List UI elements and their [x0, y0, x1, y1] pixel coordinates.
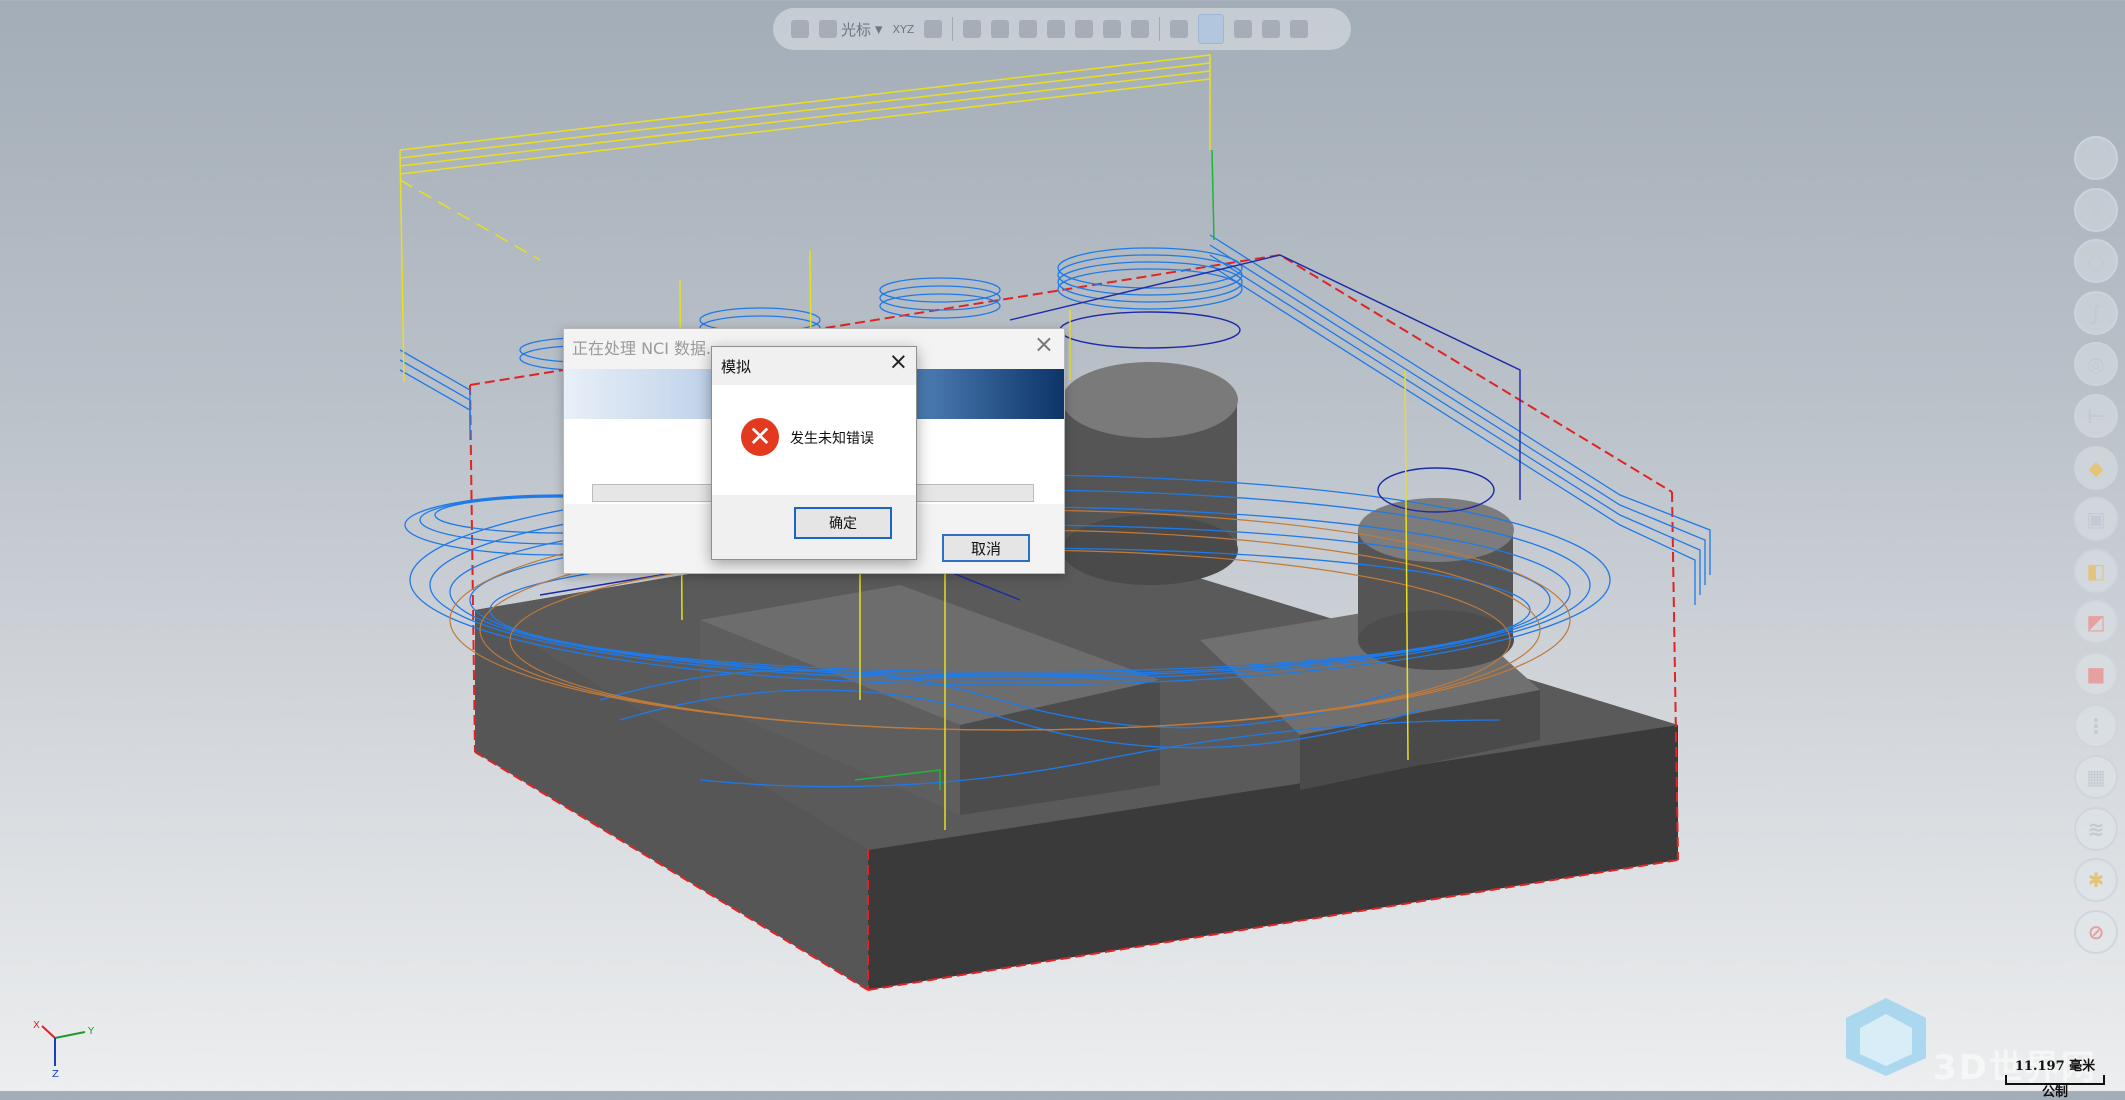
settings-icon[interactable]: ✱: [2074, 858, 2118, 903]
close-icon[interactable]: ×: [889, 349, 908, 375]
select-loop-icon[interactable]: [1131, 20, 1150, 38]
snap-icon[interactable]: [924, 20, 943, 38]
cursor-select-button[interactable]: 光标 ▾: [819, 19, 883, 40]
chevron-down-icon: ▾: [875, 20, 883, 38]
grid-select-icon[interactable]: [1170, 20, 1189, 38]
cancel-icon[interactable]: ⊘: [2074, 909, 2118, 954]
stack-icon[interactable]: ⋮: [2074, 703, 2118, 748]
curve-icon[interactable]: ∫: [2074, 290, 2118, 335]
ok-button[interactable]: 确定: [794, 507, 892, 539]
layers-icon[interactable]: ≋: [2074, 806, 2118, 851]
cancel-button[interactable]: 取消: [942, 534, 1030, 562]
error-message: 发生未知错误: [790, 431, 874, 447]
box-icon[interactable]: ◧: [2074, 548, 2118, 593]
error-icon: ✕: [741, 418, 779, 456]
close-icon[interactable]: ×: [1034, 330, 1054, 358]
dimension-icon[interactable]: ⊢: [2074, 393, 2118, 438]
xyz-button[interactable]: XYZ: [893, 23, 915, 36]
select-feature-icon[interactable]: [1103, 20, 1122, 38]
progress-dialog-title: 正在处理 NCI 数据...: [572, 339, 722, 358]
xyz-label: XYZ: [892, 22, 915, 36]
solid-icon[interactable]: ▣: [2074, 497, 2118, 542]
grid-icon[interactable]: ▦: [2074, 755, 2118, 800]
cursor-label: 光标: [841, 20, 872, 39]
add-icon[interactable]: +: [2074, 136, 2118, 180]
lock-icon[interactable]: [791, 20, 809, 38]
axis-y-label: Y: [87, 1026, 95, 1037]
select-solid-icon[interactable]: [991, 20, 1010, 38]
select-arrow-icon[interactable]: [963, 20, 982, 38]
sphere-icon[interactable]: ◎: [2074, 342, 2118, 387]
window-out-icon[interactable]: [1262, 20, 1281, 38]
scale-bar: 11.197 毫米 公制: [2005, 1055, 2105, 1100]
axis-triad: X Y Z: [33, 1020, 95, 1078]
select-face-icon[interactable]: [1019, 20, 1038, 38]
layer-color-icon[interactable]: ◩: [2074, 600, 2118, 645]
pointer-settings-icon[interactable]: [1290, 20, 1309, 38]
select-edge-icon[interactable]: [1047, 20, 1066, 38]
error-dialog-title: 模拟: [721, 358, 752, 376]
axis-z-label: Z: [52, 1069, 59, 1078]
simulation-error-dialog: 模拟 × ✕ 发生未知错误 确定: [711, 346, 917, 560]
window-in-icon[interactable]: [1234, 20, 1253, 38]
surface-icon[interactable]: ◆: [2074, 445, 2118, 490]
circle-icon[interactable]: ○: [2074, 239, 2118, 284]
window-select-button[interactable]: [1198, 14, 1225, 44]
toolbar-divider: [952, 17, 954, 41]
right-tool-rail: + ✕ ○ ∫ ◎ ⊢ ◆ ▣ ◧ ◩ ■ ⋮ ▦ ≋ ✱ ⊘: [2074, 136, 2118, 962]
select-body-icon[interactable]: [1075, 20, 1094, 38]
watermark-logo: [1846, 998, 1926, 1076]
axes-icon[interactable]: ✕: [2074, 187, 2118, 232]
scale-value: 11.197 毫米: [2014, 1059, 2096, 1074]
error-body: ✕ 发生未知错误: [712, 385, 916, 495]
toolbar-divider: [1159, 17, 1161, 41]
cursor-icon: [819, 20, 837, 38]
axis-x-label: X: [33, 1020, 40, 1031]
red-cube-icon[interactable]: ■: [2074, 651, 2118, 696]
graphics-toolbar: 光标 ▾ XYZ: [773, 8, 1351, 50]
